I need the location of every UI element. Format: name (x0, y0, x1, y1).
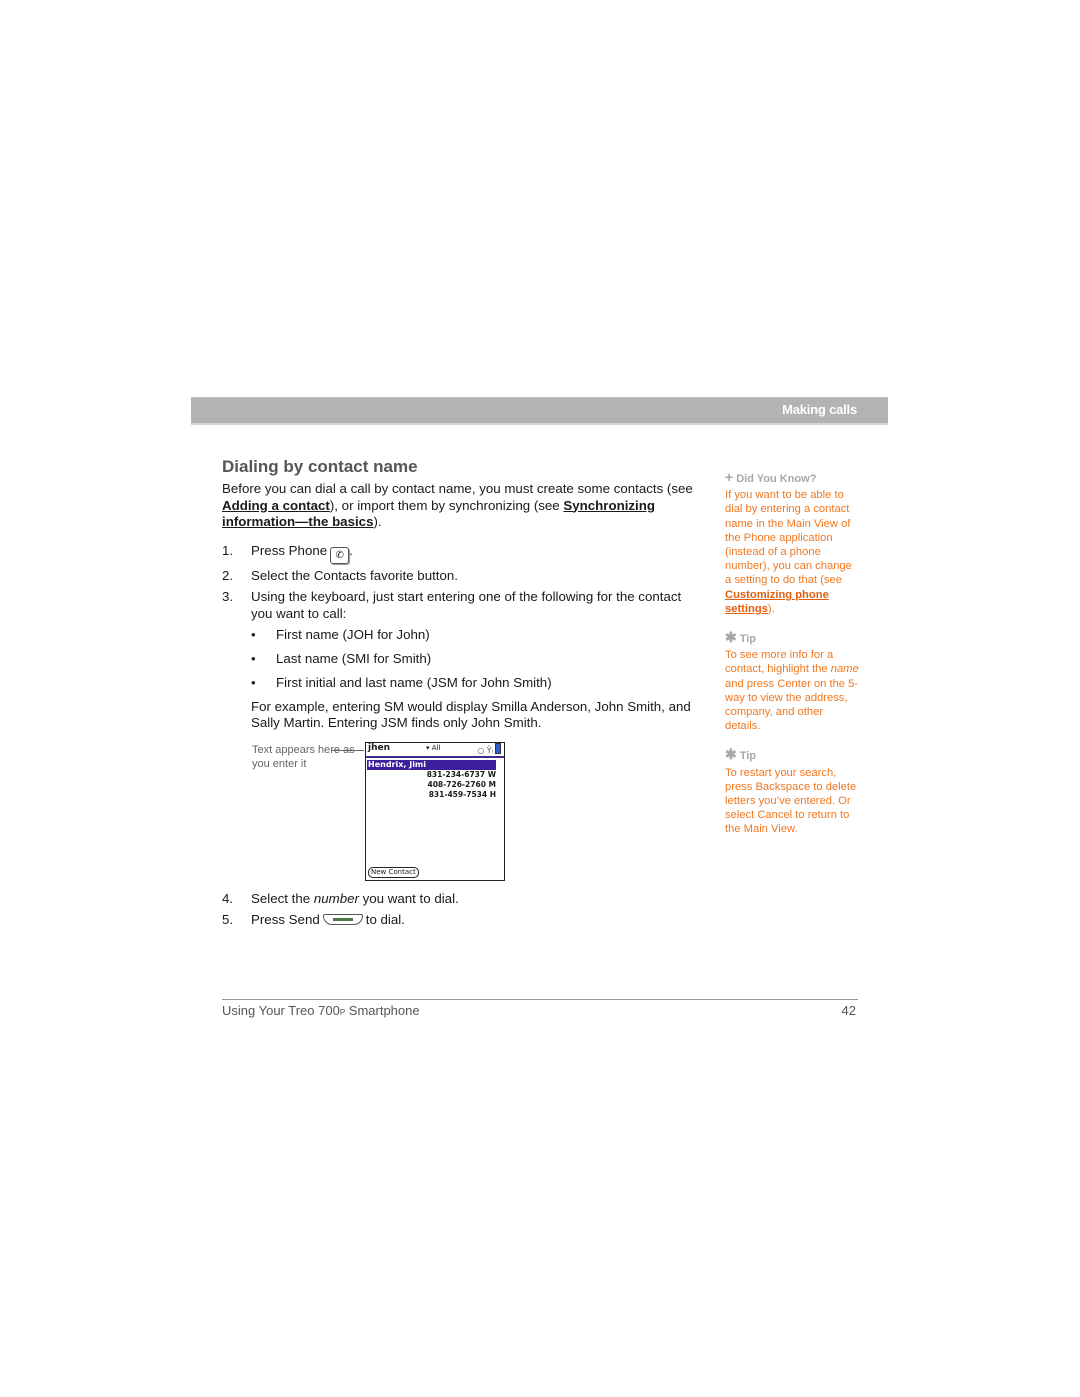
bullet-item: • Last name (SMI for Smith) (251, 651, 697, 668)
step-text: Select the Contacts favorite button. (251, 568, 458, 583)
heading-text: Did You Know? (736, 473, 817, 485)
tip-box: ✱ Tip To restart your search, press Backs… (725, 747, 860, 836)
sidebar-emphasis: name (830, 663, 859, 676)
section-header-bar: Making calls (191, 397, 888, 425)
step-text: to dial. (365, 911, 405, 927)
step-text: Press Send (251, 911, 320, 927)
heading-text: Tip (739, 633, 757, 646)
step-5: 5. Press Send to dial. (222, 912, 697, 929)
tip-heading: ✱ Tip (725, 747, 860, 763)
step-text: Using the keyboard, just start entering … (251, 589, 682, 621)
step-3: 3. Using the keyboard, just start enteri… (222, 589, 697, 622)
callout-line (332, 749, 364, 751)
sidebar: + Did You Know? If you want to be able to… (725, 470, 860, 851)
step-number: 2. (222, 568, 234, 583)
sidebar-text: If you want to be able to dial by enteri… (725, 489, 852, 587)
send-key-icon (322, 913, 363, 925)
screenshot-figure: Text appears here as you enter it jhen ▾… (222, 741, 697, 881)
step-1: 1. Press Phone ✆. (222, 543, 697, 564)
steps-list-continued: 4. Select the number you want to dial. 5… (222, 891, 697, 929)
did-you-know-heading: + Did You Know? (725, 470, 860, 486)
intro-paragraph: Before you can dial a call by contact na… (222, 481, 697, 531)
step-emphasis: number (313, 890, 359, 906)
footer-divider (222, 999, 858, 1000)
section-title: Making calls (782, 402, 857, 417)
adding-a-contact-link[interactable]: Adding a contact (222, 498, 330, 513)
intro-text: ). (373, 514, 382, 529)
page-number: 42 (841, 1003, 856, 1018)
customizing-phone-settings-link[interactable]: Customizing phone settings (725, 589, 829, 615)
asterisk-icon: ✱ (725, 746, 737, 763)
intro-text: ), or import them by synchronizing (see (329, 497, 564, 513)
step-number: 4. (222, 890, 234, 906)
bullet-item: • First name (JOH for John) (251, 627, 697, 644)
bullet-text: Last name (SMI for Smith) (276, 650, 432, 666)
bullet-icon: • (251, 626, 256, 642)
did-you-know-text: If you want to be able to dial by enteri… (725, 488, 860, 616)
device-phone-number[interactable]: 831-459-7534 H (366, 790, 504, 800)
step-text: Select the (251, 890, 314, 906)
device-phone-number[interactable]: 408-726-2760 M (366, 780, 504, 790)
new-contact-button[interactable]: New Contact (368, 866, 419, 878)
figure-callout: Text appears here as you enter it (252, 743, 355, 770)
device-title-bar: jhen ▾ All ○ Ŷₗ (366, 742, 504, 758)
bullet-list: • First name (JOH for John) • Last name (S… (251, 627, 697, 692)
main-content: Dialing by contact name Before you can d… (222, 455, 697, 933)
intro-text: Before you can dial a call by contact na… (222, 481, 693, 496)
bluetooth-signal-icon: ○ Ŷₗ (477, 745, 493, 755)
battery-icon (495, 742, 501, 754)
bullet-icon: • (251, 674, 256, 690)
tip-box: ✱ Tip To see more info for a contact, hig… (725, 630, 860, 733)
page-title: Dialing by contact name (222, 457, 418, 476)
sidebar-text: and press Center on the 5-way to view th… (725, 677, 859, 733)
steps-list: 1. Press Phone ✆. 2. Select the Contacts … (222, 543, 697, 731)
did-you-know-box: + Did You Know? If you want to be able to… (725, 470, 860, 616)
device-status-icons: ○ Ŷₗ (477, 742, 501, 755)
step-4: 4. Select the number you want to dial. (222, 891, 697, 908)
bullet-item: • First initial and last name (JSM for Jo… (251, 675, 697, 692)
device-search-field[interactable]: jhen (368, 743, 390, 753)
bullet-text: First name (JOH for John) (276, 626, 430, 642)
step-text: you want to dial. (358, 890, 459, 906)
phone-key-icon: ✆ (330, 546, 350, 564)
tip-heading: ✱ Tip (725, 630, 860, 646)
step-2: 2. Select the Contacts favorite button. (222, 568, 697, 585)
footer-text: Smartphone (345, 1003, 420, 1018)
device-phone-number[interactable]: 831-234-6737 W (366, 770, 504, 780)
step-number: 1. (222, 542, 234, 558)
step-number: 5. (222, 911, 234, 927)
device-screen: jhen ▾ All ○ Ŷₗ Hendrix, Jimi 831-234-67… (365, 741, 505, 881)
tip-text: To restart your search, press Backspace … (725, 766, 857, 836)
plus-icon: + (725, 469, 734, 485)
sidebar-text: ). (767, 602, 775, 615)
bullet-text: First initial and last name (JSM for Joh… (276, 674, 552, 690)
footer-text: Using Your Treo 700 (222, 1003, 340, 1018)
footer-title: Using Your Treo 700P Smartphone (222, 1003, 420, 1018)
asterisk-icon: ✱ (725, 629, 737, 646)
heading-text: Tip (739, 750, 757, 763)
device-category-dropdown[interactable]: ▾ All (426, 744, 440, 752)
tip-text: To see more info for a contact, highligh… (725, 648, 860, 733)
bullet-icon: • (251, 650, 256, 666)
step-text: . (349, 542, 353, 558)
sidebar-text: To see more info for a contact, highligh… (725, 649, 834, 676)
step-text: Press Phone (251, 542, 328, 558)
device-contact-row-selected[interactable]: Hendrix, Jimi (367, 759, 496, 770)
step-number: 3. (222, 589, 234, 604)
example-paragraph: For example, entering SM would display S… (251, 698, 691, 730)
